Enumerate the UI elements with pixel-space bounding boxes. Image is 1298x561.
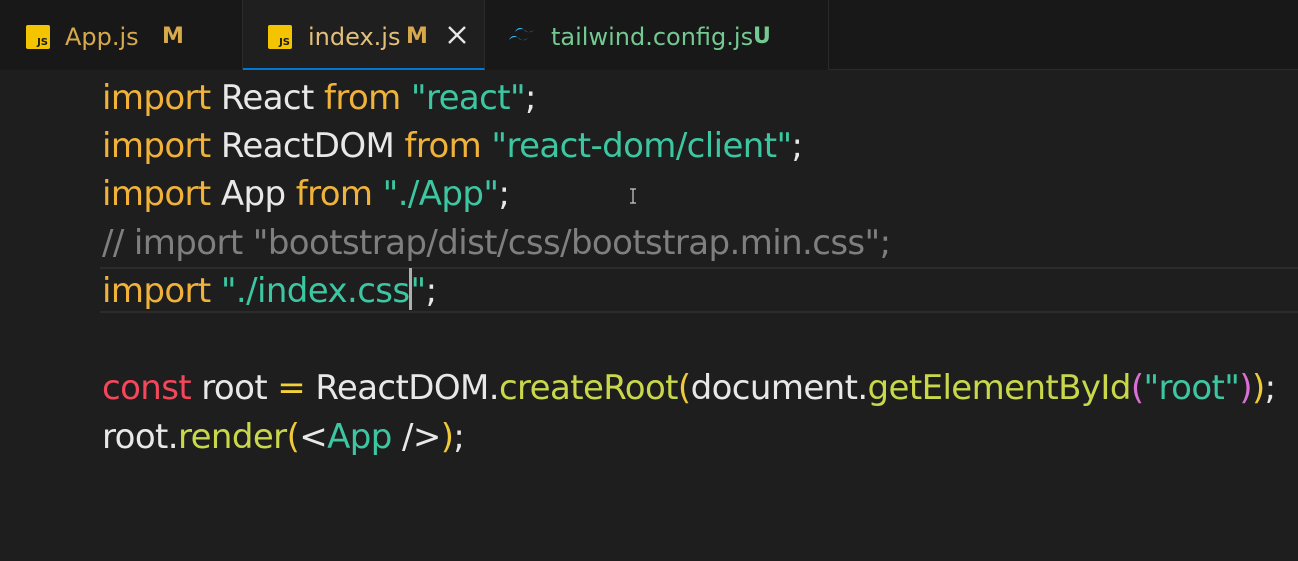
semicolon: ;	[1264, 368, 1276, 408]
jsx-bracket: />	[391, 417, 441, 457]
identifier: root	[191, 368, 278, 408]
string-quote: "	[410, 271, 427, 311]
identifier: ReactDOM	[210, 126, 405, 166]
semicolon: ;	[453, 417, 465, 457]
paren: (	[677, 368, 691, 408]
identifier: document.	[690, 368, 869, 408]
tab-label: index.js	[308, 23, 401, 51]
paren: (	[286, 417, 300, 457]
code-line-7[interactable]: const root = ReactDOM.createRoot(documen…	[102, 364, 1276, 412]
paren: )	[1252, 368, 1265, 408]
keyword-import: import	[102, 174, 211, 214]
identifier: ReactDOM.	[305, 368, 499, 408]
keyword-from: from	[295, 174, 373, 214]
string-literal: "react-dom/client"	[491, 126, 792, 166]
js-file-icon: JS	[268, 25, 292, 49]
semicolon: ;	[525, 78, 536, 118]
keyword-const: const	[102, 368, 192, 408]
function-name: createRoot	[498, 368, 679, 408]
tab-label: tailwind.config.js	[551, 23, 754, 51]
tab-index-js[interactable]: JS index.js M	[243, 0, 485, 70]
paren: (	[1130, 368, 1144, 408]
code-editor[interactable]: import React from "react"; import ReactD…	[0, 70, 1298, 561]
function-name: render	[177, 417, 287, 457]
tab-status-badge: U	[753, 24, 771, 49]
tab-status-badge: M	[162, 24, 184, 49]
semicolon: ;	[498, 174, 510, 214]
code-line-8[interactable]: root.render(<App />);	[102, 413, 465, 461]
jsx-tag-name: App	[327, 417, 392, 457]
tailwind-icon	[509, 28, 535, 41]
close-icon[interactable]	[444, 22, 470, 48]
string-literal: "root"	[1143, 368, 1240, 408]
code-line-3[interactable]: import App from "./App";	[102, 170, 510, 218]
keyword-from: from	[323, 78, 401, 118]
code-line-2[interactable]: import ReactDOM from "react-dom/client";	[102, 122, 803, 170]
paren: )	[440, 417, 454, 457]
identifier: App	[210, 174, 296, 214]
mouse-ibeam-icon	[630, 188, 636, 204]
js-file-icon: JS	[26, 25, 50, 49]
keyword-import: import	[102, 126, 211, 166]
code-line-1[interactable]: import React from "react";	[102, 74, 536, 122]
tab-app-js[interactable]: JS App.js M	[0, 0, 243, 70]
keyword-import: import	[102, 271, 211, 311]
string-literal: "./index.css	[220, 271, 410, 311]
code-line-4-comment[interactable]: // import "bootstrap/dist/css/bootstrap.…	[102, 219, 891, 267]
semicolon: ;	[425, 271, 437, 311]
function-name: getElementById	[867, 368, 1132, 408]
tab-label: App.js	[65, 23, 139, 51]
keyword-import: import	[102, 78, 211, 118]
string-literal: "./App"	[382, 174, 499, 214]
keyword-from: from	[404, 126, 482, 166]
string-literal: "react"	[410, 78, 526, 118]
semicolon: ;	[791, 126, 803, 166]
paren: )	[1239, 368, 1252, 408]
editor-tab-bar: JS App.js M JS index.js M tailwind.confi…	[0, 0, 1298, 70]
tab-status-badge: M	[406, 24, 428, 49]
jsx-bracket: <	[299, 417, 328, 457]
code-line-5[interactable]: import "./index.css";	[102, 267, 437, 315]
identifier: root.	[102, 417, 179, 457]
identifier: React	[210, 78, 324, 118]
tab-tailwind-config-js[interactable]: tailwind.config.js U	[485, 0, 829, 70]
operator-assign: =	[277, 368, 306, 408]
